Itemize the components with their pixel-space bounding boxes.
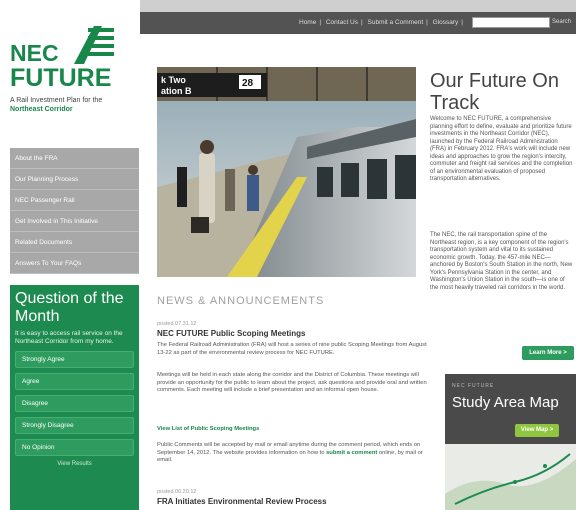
sign-text-2: ation B [161, 86, 192, 96]
hero-photo-train-platform: k Two ation B 28 [157, 67, 416, 277]
learn-more-button[interactable]: Learn More > [522, 346, 574, 360]
question-heading: Question of the Month [15, 290, 124, 325]
intro-paragraph-2: The NEC, the rail transportation spine o… [430, 232, 573, 291]
sign-number: 28 [242, 78, 254, 89]
answer-no-opinion[interactable]: No Opinion [15, 439, 134, 456]
news-heading: NEWS & ANNOUNCEMENTS [157, 295, 325, 307]
intro-paragraph-1: Welcome to NEC FUTURE, a comprehensive p… [430, 116, 573, 182]
study-area-map-panel[interactable]: NEC FUTURE Study Area Map View Map > [445, 374, 576, 510]
rail-logo-icon [74, 26, 114, 64]
news-item-1-title[interactable]: NEC FUTURE Public Scoping Meetings [157, 329, 305, 338]
top-bar: Home | Contact Us | Submit a Comment | Glos… [140, 12, 576, 34]
logo-tagline-bold: Northeast Corridor [10, 106, 73, 113]
news-item-2-date: posted 06.20.12 [157, 489, 197, 495]
nec-future-logo[interactable]: NEC FUTURE A Rail Investment Plan for th… [10, 18, 135, 138]
answer-strongly-agree[interactable]: Strongly Agree [15, 351, 134, 368]
news-item-2-title[interactable]: FRA Initiates Environmental Review Proce… [157, 497, 327, 506]
nav-item-about[interactable]: About the FRA [10, 148, 139, 169]
answer-agree[interactable]: Agree [15, 373, 134, 390]
study-title: Study Area Map [452, 394, 559, 411]
nav-item-planning-process[interactable]: Our Planning Process [10, 169, 139, 190]
nav-item-documents[interactable]: Related Documents [10, 232, 139, 253]
top-link-home[interactable]: Home [299, 19, 316, 26]
intro-title: Our Future On Track [430, 70, 559, 114]
logo-tagline: A Rail Investment Plan for the Northeast… [10, 96, 110, 114]
logo-future: FUTURE [10, 64, 112, 92]
view-results-link[interactable]: View Results [15, 461, 134, 467]
logo-nec: NEC [10, 40, 59, 66]
news-item-1-paragraph-1: The Federal Railroad Administration (FRA… [157, 342, 427, 356]
nav-item-get-involved[interactable]: Get Involved in This Initiative [10, 211, 139, 232]
news-item-1-paragraph-2: Meetings will be held in each state alon… [157, 372, 427, 393]
news-item-1-date: posted 07.31.12 [157, 321, 197, 327]
top-link-contact[interactable]: Contact Us [326, 19, 358, 26]
nav-item-faqs[interactable]: Answers To Your FAQs [10, 253, 139, 274]
submit-comment-link[interactable]: submit a comment [326, 450, 377, 456]
answer-strongly-disagree[interactable]: Strongly Disagree [15, 417, 134, 434]
top-link-glossary[interactable]: Glossary [433, 19, 459, 26]
search-button[interactable]: Search [552, 19, 571, 25]
main-content: k Two ation B 28 Our Future On Track Wel… [140, 34, 576, 510]
logo-tagline-start: A Rail Investment Plan for the [10, 97, 103, 104]
question-of-the-month: Question of the Month It is easy to acce… [10, 285, 139, 510]
top-link-submit-comment[interactable]: Submit a Comment [368, 19, 424, 26]
scoping-meetings-link[interactable]: View List of Public Scoping Meetings [157, 426, 427, 434]
news-item-1-paragraph-3: Public Comments will be accepted by mail… [157, 442, 427, 465]
view-map-button[interactable]: View Map > [515, 424, 559, 437]
train-platform-illustration: k Two ation B 28 [157, 67, 416, 277]
corridor-map-icon [445, 444, 576, 510]
nav-item-passenger-rail[interactable]: NEC Passenger Rail [10, 190, 139, 211]
sign-text-1: k Two [161, 75, 186, 85]
study-kicker: NEC FUTURE [452, 383, 495, 389]
sidebar: NEC FUTURE A Rail Investment Plan for th… [0, 0, 140, 510]
question-text: It is easy to access rail service on the… [15, 330, 123, 345]
sidebar-nav: About the FRA Our Planning Process NEC P… [10, 148, 139, 274]
search-input[interactable] [472, 17, 550, 28]
answer-disagree[interactable]: Disagree [15, 395, 134, 412]
top-links: Home | Contact Us | Submit a Comment | Glos… [299, 19, 463, 26]
